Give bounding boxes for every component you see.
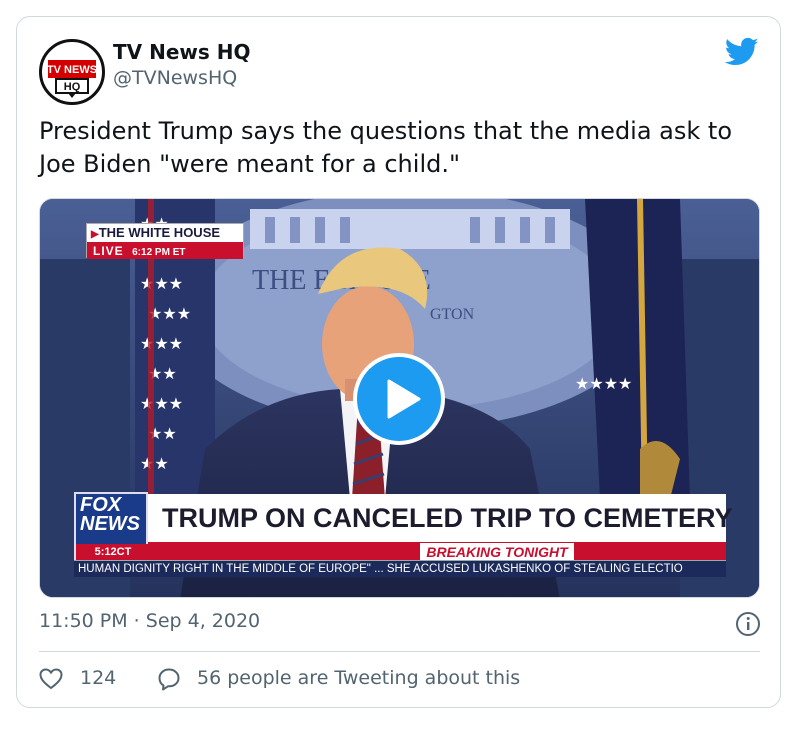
headline: TRUMP ON CANCELED TRIP TO CEMETERY [148,494,733,542]
tv-news-logo: TV NEWS HQ [47,60,97,98]
fox-news-logo: FOX NEWS 5:12CT [74,492,150,562]
svg-text:★★★★: ★★★★ [575,374,632,393]
play-button[interactable] [353,353,445,445]
divider [39,651,760,652]
account-name[interactable]: TV News HQ [113,40,250,64]
info-icon[interactable] [735,611,761,637]
tweet-card: TV NEWS HQ TV News HQ @TVNewsHQ Presiden… [16,16,781,708]
live-label: LIVE [93,244,124,258]
breaking-bar: BREAKING TONIGHT [148,542,726,561]
tweet-text: President Trump says the questions that … [39,117,733,178]
twitter-bird-icon[interactable] [725,37,759,67]
tweet-timestamp[interactable]: 11:50 PM · Sep 4, 2020 [39,610,260,632]
like-count[interactable]: 124 [80,667,116,689]
svg-text:★★★: ★★★ [140,274,183,293]
conversation-link[interactable]: 56 people are Tweeting about this [197,667,520,689]
location-bug: ▶THE WHITE HOUSE LIVE 6:12 PM ET [86,223,244,259]
account-handle[interactable]: @TVNewsHQ [113,67,237,89]
svg-text:★★: ★★ [140,454,169,473]
avatar[interactable]: TV NEWS HQ [39,39,105,105]
svg-text:★★★: ★★★ [140,394,183,413]
breaking-label: BREAKING TONIGHT [420,543,574,561]
heart-icon[interactable] [39,668,63,690]
network-time: 5:12CT [76,544,150,560]
svg-text:HQ: HQ [64,81,81,93]
news-lower-third: FOX NEWS 5:12CT TRUMP ON CANCELED TRIP TO… [74,492,733,584]
play-icon [387,379,421,419]
svg-text:★★★: ★★★ [148,304,191,323]
location-label: THE WHITE HOUSE [98,225,221,240]
video-player[interactable]: THE E HOUSE GTON ★★★★★★★★ ★★★★★★★★ ★★★★★… [39,198,760,598]
news-ticker: HUMAN DIGNITY RIGHT IN THE MIDDLE OF EUR… [74,560,726,577]
svg-text:TV NEWS: TV NEWS [47,64,97,76]
svg-text:★★★: ★★★ [140,334,183,353]
reply-bubble-icon[interactable] [157,667,181,691]
svg-text:GTON: GTON [430,306,475,323]
live-time: 6:12 PM ET [132,247,186,258]
